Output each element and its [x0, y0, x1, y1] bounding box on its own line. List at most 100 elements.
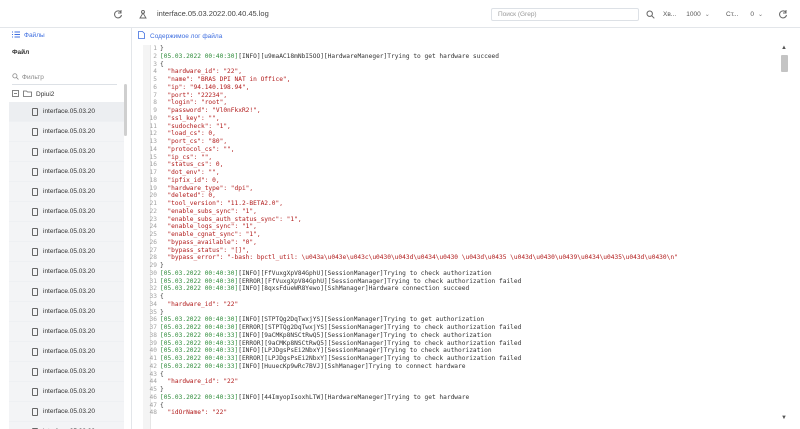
file-icon [32, 167, 38, 176]
code-lines: 1} 2 [05.03.2022 00:40:30] [INFO][u9maAC18m… [143, 45, 678, 417]
json-field: "ssl_key": "", [160, 114, 220, 122]
start-line-select[interactable]: Ст... 0 ⌄ [726, 8, 763, 21]
log-line: 20 "deleted": 0, [143, 192, 678, 200]
file-list-item[interactable]: interface.05.03.20 [9, 182, 124, 202]
json-field: "protocol_cs": "", [160, 145, 235, 153]
sidebar-scrollbar[interactable] [124, 84, 127, 136]
line-number: 20 [149, 192, 157, 200]
json-field: "bypass_error": "-bash: bpctl_util: \u04… [160, 254, 678, 262]
json-field: "dot_env": "", [160, 169, 220, 176]
json-field: "port": "22234", [160, 91, 228, 99]
log-viewer[interactable]: 1} 2 [05.03.2022 00:40:30] [INFO][u9maAC18m… [143, 45, 778, 429]
json-field: "status_cs": 0, [160, 161, 224, 169]
file-icon [138, 31, 145, 41]
file-list-item[interactable]: interface.05.03.20 [9, 102, 124, 122]
search-icon[interactable] [644, 8, 656, 20]
log-line: 23 "enable_subs_auth_status_sync": "1", [143, 216, 678, 224]
folder-node[interactable]: Dpiui2 [12, 90, 54, 99]
log-text: } [160, 262, 164, 269]
file-list-item[interactable]: interface.05.03.20 [9, 162, 124, 182]
file-list-item[interactable]: interface.05.03.20 [9, 342, 124, 362]
chevron-down-icon: ⌄ [704, 12, 710, 18]
file-list-item[interactable]: interface.05.03.20 [9, 222, 124, 242]
file-list-item[interactable]: interface.05.03.20 [9, 282, 124, 302]
scroll-down-icon[interactable]: ▼ [781, 415, 787, 421]
connection-icon[interactable] [137, 8, 149, 20]
files-tab[interactable]: Файлы [12, 31, 45, 40]
scroll-thumb[interactable] [781, 55, 788, 72]
file-list-item[interactable]: interface.05.03.20 [9, 382, 124, 402]
file-list-item[interactable]: interface.05.03.20 [9, 322, 124, 342]
log-timestamp: [05.03.2022 00:40:30] [160, 269, 239, 277]
line-number: 33 [149, 293, 157, 300]
log-text: [INFO][STPTQg2DqTwxjYS][SessionManager]T… [238, 316, 485, 324]
lines-count-label: Хв... [663, 11, 677, 18]
log-line: 10 "ssl_key": "", [143, 115, 678, 123]
line-number: 31 [149, 277, 157, 285]
log-line: 9 "password": "Vl0nFkxR2!", [143, 107, 678, 115]
file-list-item[interactable]: interface.05.03.20 [9, 402, 124, 422]
file-name: interface.05.03.20 [43, 368, 96, 375]
log-line: 17 "dot_env": "", [143, 169, 678, 177]
file-icon [32, 247, 38, 256]
file-icon [32, 347, 38, 356]
line-number: 4 [153, 68, 157, 76]
log-timestamp: [05.03.2022 00:40:33] [160, 393, 239, 401]
scroll-up-icon[interactable]: ▲ [781, 45, 787, 51]
log-text: [ERROR][9aCMKp8NSCtRwQ5][SessionManager]… [238, 339, 522, 347]
line-number: 42 [149, 362, 157, 370]
json-field: "login": "root", [160, 99, 228, 107]
line-number: 45 [149, 386, 157, 393]
reload-icon[interactable] [777, 8, 789, 20]
file-name: interface.05.03.20 [43, 128, 96, 135]
lines-count-select[interactable]: Хв... 1000 ⌄ [663, 8, 710, 21]
log-timestamp: [05.03.2022 00:40:30] [160, 316, 239, 324]
log-line: 11 "sudocheck": "1", [143, 123, 678, 131]
file-list-item[interactable]: interface.05.03.20 [9, 362, 124, 382]
json-field: "hardware_id": "22" [160, 300, 239, 308]
file-list-item[interactable]: interface.05.03.20 [9, 122, 124, 142]
json-field: "password": "Vl0nFkxR2!", [160, 107, 261, 114]
line-number: 22 [149, 207, 157, 215]
json-field: "enable_logs_sync": "1", [160, 223, 257, 231]
log-text: [INFO][LPJDgsPsEi2NbxY][SessionManager]T… [238, 347, 492, 355]
log-line: 28 "bypass_error": "-bash: bpctl_util: \… [143, 254, 678, 262]
file-filter-input[interactable]: Фильтр [12, 71, 117, 83]
line-number: 5 [153, 76, 157, 83]
json-field: "ip_cs": "", [160, 153, 213, 161]
log-scrollbar[interactable]: ▲ ▼ [779, 45, 791, 421]
log-line: 43{ [143, 371, 678, 379]
file-list-item[interactable]: interface.05.03.20 [9, 302, 124, 322]
log-text: [ERROR][LPJDgsPsEi2NbxY][SessionManager]… [238, 355, 522, 362]
line-number: 40 [149, 347, 157, 355]
json-field: "port_cs": "80", [160, 138, 228, 145]
line-number: 26 [149, 238, 157, 246]
refresh-icon[interactable] [112, 8, 124, 20]
log-line: 30 [05.03.2022 00:40:30] [INFO][FfVuxgXpV8… [143, 270, 678, 278]
line-number: 6 [153, 83, 157, 91]
log-content-panel: Содержимое лог файла 1} 2 [05.03.2022 00:4… [133, 28, 800, 429]
content-tab[interactable]: Содержимое лог файла [138, 31, 222, 41]
file-list-item[interactable]: interface.05.03.20 [9, 142, 124, 162]
file-list-item[interactable]: interface.05.03.20 [9, 422, 124, 429]
json-field: "enable_cgnat_sync": "1", [160, 231, 261, 238]
line-number: 7 [153, 91, 157, 99]
collapse-icon[interactable] [12, 90, 19, 99]
json-field: "hardware_type": "dpi", [160, 184, 254, 192]
file-name: interface.05.03.20 [43, 248, 96, 255]
json-field: "enable_subs_sync": "1", [160, 207, 257, 215]
log-line: 34 "hardware_id": "22" [143, 301, 678, 309]
grep-search-input[interactable] [491, 8, 639, 21]
file-list-item[interactable]: interface.05.03.20 [9, 262, 124, 282]
log-timestamp: [05.03.2022 00:40:33] [160, 331, 239, 339]
file-list-item[interactable]: interface.05.03.20 [9, 242, 124, 262]
start-line-value: 0 [750, 11, 754, 18]
file-name: interface.05.03.20 [43, 308, 96, 315]
file-icon [32, 367, 38, 376]
filter-placeholder: Фильтр [22, 73, 44, 81]
line-number: 9 [153, 107, 157, 114]
log-line: 32 [05.03.2022 00:40:30] [INFO][8qxsFdueWR… [143, 285, 678, 293]
file-icon [32, 227, 38, 236]
file-list-item[interactable]: interface.05.03.20 [9, 202, 124, 222]
file-name: interface.05.03.20 [43, 168, 96, 175]
